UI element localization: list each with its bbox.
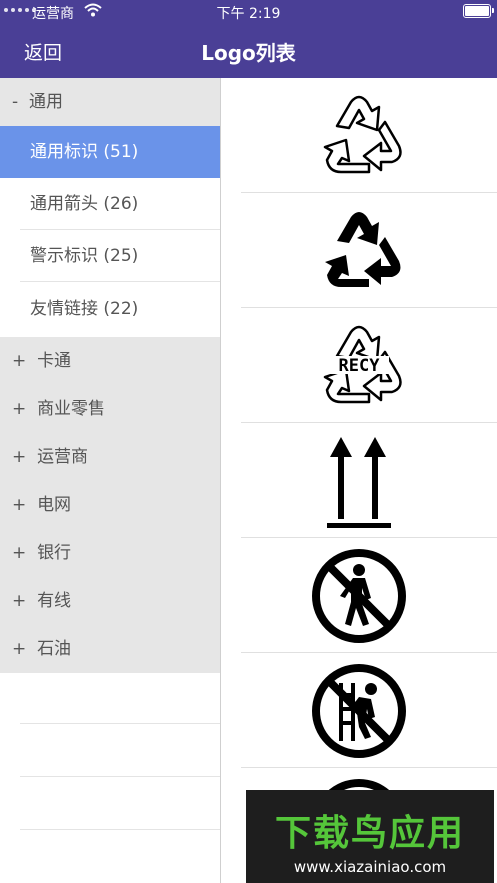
group-yunyingshang[interactable]: + 运营商 [0,433,220,481]
battery-icon [463,4,494,18]
item-label: 通用箭头 (26) [30,194,139,214]
logo-list: RECY [221,78,497,883]
group-tongyong[interactable]: - 通用 [0,78,220,126]
clock: 下午 2:19 [216,6,281,22]
sidebar-item-general-arrows[interactable]: 通用箭头 (26) [0,178,220,230]
expand-sign: + [12,591,27,611]
row-divider [20,723,220,724]
watermark-banner: 下载鸟应用 www.xiazainiao.com [246,790,494,883]
item-label: 警示标识 (25) [30,246,139,266]
page-title: Logo列表 [201,41,296,65]
watermark-url: www.xiazainiao.com [293,858,447,876]
logo-cell[interactable] [221,193,497,308]
collapsed-groups: + 卡通 + 商业零售 + 运营商 + 电网 + 银行 + 有线 + 石油 [0,337,220,673]
group-shiyou[interactable]: + 石油 [0,625,220,673]
group-yinhang[interactable]: + 银行 [0,529,220,577]
expand-sign: + [12,495,27,515]
group-label: 运营商 [37,447,89,467]
sidebar-item-friend-links[interactable]: 友情链接 (22) [0,283,220,335]
logo-cell[interactable] [221,653,497,768]
recy-text: RECY [339,356,381,376]
collapse-sign: - [12,92,19,112]
group-dianwang[interactable]: + 电网 [0,481,220,529]
sidebar-item-general-marks[interactable]: 通用标识 (51) [0,126,220,178]
sidebar-item-warning-marks[interactable]: 警示标识 (25) [0,230,220,282]
item-label: 友情链接 (22) [30,299,139,319]
expand-sign: + [12,399,27,419]
group-label: 石油 [37,639,72,659]
watermark-title: 下载鸟应用 [274,813,465,854]
logo-cell[interactable] [221,78,497,193]
group-label: 通用 [28,92,63,112]
expand-sign: + [12,639,27,659]
expand-sign: + [12,351,27,371]
group-youxian[interactable]: + 有线 [0,577,220,625]
group-label: 电网 [37,495,72,515]
group-katong[interactable]: + 卡通 [0,337,220,385]
group-label: 卡通 [37,351,72,371]
expand-sign: + [12,543,27,563]
expand-sign: + [12,447,27,467]
category-sidebar: - 通用 通用标识 (51) 通用箭头 (26) 警示标识 (25) 友情链接 … [0,78,220,883]
group-label: 银行 [37,543,72,563]
item-label: 通用标识 (51) [30,142,139,162]
status-bar: 运营商 下午 2:19 [0,0,497,22]
row-divider [20,281,220,282]
row-divider [20,776,220,777]
logo-cell[interactable]: RECY [221,308,497,423]
navigation-bar: 返回 Logo列表 [0,22,497,78]
group-shangye[interactable]: + 商业零售 [0,385,220,433]
logo-cell[interactable] [221,423,497,538]
logo-cell[interactable] [221,538,497,653]
row-divider [20,829,220,830]
group-label: 有线 [37,591,72,611]
group-label: 商业零售 [37,399,106,419]
